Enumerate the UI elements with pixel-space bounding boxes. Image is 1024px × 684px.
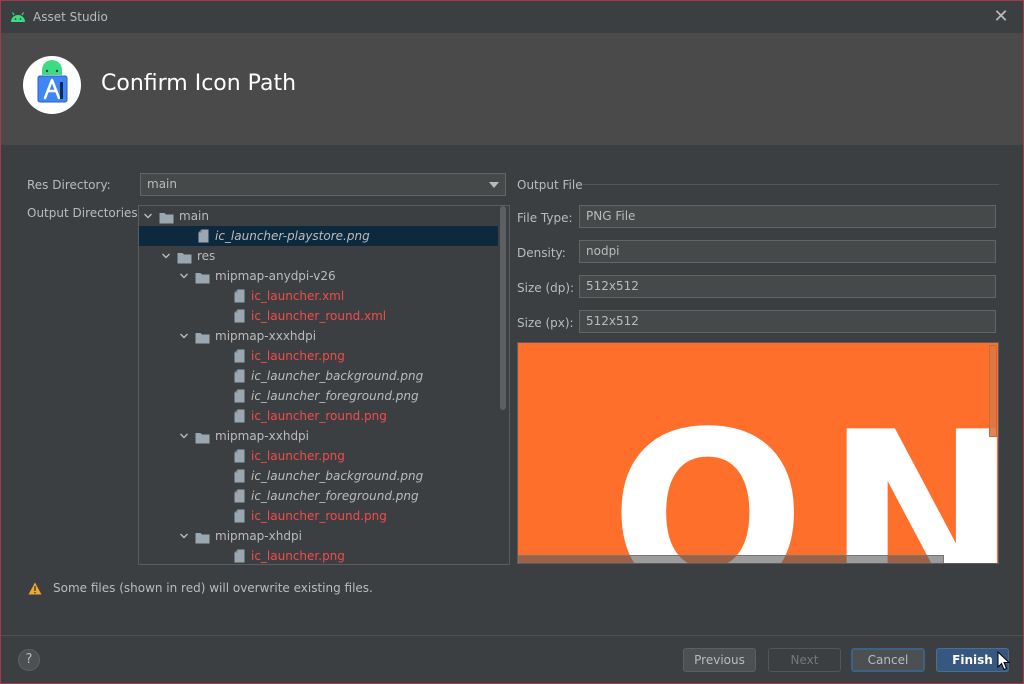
output-file-section-title: Output File — [517, 178, 583, 192]
tree-file-row[interactable]: ic_launcher_foreground.png — [139, 486, 499, 506]
res-directory-dropdown[interactable]: main — [140, 173, 506, 196]
tree-scrollbar[interactable] — [498, 206, 508, 564]
file-icon — [234, 509, 245, 523]
preview-text: ON — [610, 384, 999, 564]
tree-row-label: main — [179, 209, 209, 223]
tree-row-label: res — [197, 249, 216, 263]
tree-row-label: ic_launcher-playstore.png — [215, 229, 370, 243]
tree-file-row[interactable]: ic_launcher.xml — [139, 286, 499, 306]
folder-icon — [177, 250, 192, 264]
tree-file-row[interactable]: ic_launcher_background.png — [139, 466, 499, 486]
warning-text: Some files (shown in red) will overwrite… — [53, 581, 373, 595]
tree-row-label: ic_launcher_round.png — [251, 509, 387, 523]
tree-file-row[interactable]: ic_launcher.png — [139, 546, 499, 564]
tree-row-label: mipmap-anydpi-v26 — [215, 269, 336, 283]
density-field[interactable]: nodpi — [579, 240, 996, 263]
title-bar: Asset Studio ✕ — [1, 1, 1023, 33]
window-title: Asset Studio — [33, 10, 108, 24]
folder-icon — [195, 530, 210, 544]
tree-row-label: ic_launcher.png — [251, 349, 345, 363]
tree-row-label: mipmap-xhdpi — [215, 529, 302, 543]
page-title: Confirm Icon Path — [101, 71, 297, 96]
res-directory-value: main — [147, 177, 177, 191]
chevron-down-icon — [489, 182, 499, 188]
file-icon — [234, 389, 245, 403]
tree-row-label: ic_launcher_round.xml — [251, 309, 387, 323]
tree-file-row[interactable]: ic_launcher_round.png — [139, 406, 499, 426]
android-studio-logo-icon — [23, 56, 81, 114]
file-icon — [234, 549, 245, 563]
tree-row-label: ic_launcher_round.png — [251, 409, 387, 423]
file-icon — [234, 449, 245, 463]
file-icon — [198, 229, 209, 243]
folder-icon — [195, 430, 210, 444]
tree-folder-row[interactable]: mipmap-xxxhdpi — [139, 326, 499, 346]
file-icon — [234, 309, 245, 323]
folder-icon — [159, 210, 174, 224]
tree-folder-row[interactable]: main — [139, 206, 499, 226]
tree-row-label: ic_launcher_foreground.png — [251, 489, 419, 503]
tree-folder-row[interactable]: mipmap-xxhdpi — [139, 426, 499, 446]
tree-file-row[interactable]: ic_launcher_foreground.png — [139, 386, 499, 406]
asset-studio-dialog: Asset Studio ✕ Confirm Icon Path Res Dir… — [0, 0, 1024, 684]
tree-row-label: ic_launcher.xml — [251, 289, 345, 303]
tree-file-row[interactable]: ic_launcher_background.png — [139, 366, 499, 386]
cancel-button[interactable]: Cancel — [851, 648, 925, 672]
tree-row-label: ic_launcher_foreground.png — [251, 389, 419, 403]
dialog-header: Confirm Icon Path — [1, 33, 1023, 145]
tree-row-label: mipmap-xxhdpi — [215, 429, 310, 443]
tree-row-label: ic_launcher_background.png — [251, 469, 424, 483]
size-px-field[interactable]: 512x512 — [579, 310, 996, 333]
file-icon — [234, 469, 245, 483]
folder-icon — [195, 270, 210, 284]
file-icon — [234, 489, 245, 503]
next-button[interactable]: Next — [768, 648, 841, 672]
tree-row-label: ic_launcher_background.png — [251, 369, 424, 383]
tree-row-label: ic_launcher.png — [251, 549, 345, 563]
tree-file-row[interactable]: ic_launcher-playstore.png — [139, 226, 499, 246]
tree-scrollbar-thumb[interactable] — [500, 206, 506, 410]
file-icon — [234, 369, 245, 383]
size-dp-label: Size (dp): — [517, 281, 575, 295]
tree-row-label: ic_launcher.png — [251, 449, 345, 463]
android-icon — [10, 10, 26, 24]
help-icon[interactable]: ? — [18, 649, 40, 671]
warning-icon — [28, 582, 42, 595]
res-directory-label: Res Directory: — [27, 178, 111, 192]
tree-folder-row[interactable]: mipmap-xhdpi — [139, 526, 499, 546]
file-type-label: File Type: — [517, 211, 573, 225]
previous-button[interactable]: Previous — [683, 648, 756, 672]
file-icon — [234, 409, 245, 423]
footer-divider — [1, 635, 1023, 636]
tree-row-label: mipmap-xxxhdpi — [215, 329, 317, 343]
preview-vertical-scrollbar[interactable] — [989, 345, 997, 437]
density-label: Density: — [517, 246, 566, 260]
tree-file-row[interactable]: ic_launcher_round.png — [139, 506, 499, 526]
size-px-label: Size (px): — [517, 316, 574, 330]
icon-preview: ON — [517, 342, 999, 564]
folder-icon — [195, 330, 210, 344]
tree-file-row[interactable]: ic_launcher_round.xml — [139, 306, 499, 326]
mouse-cursor-icon — [997, 650, 1011, 671]
tree-file-row[interactable]: ic_launcher.png — [139, 446, 499, 466]
tree-folder-row[interactable]: mipmap-anydpi-v26 — [139, 266, 499, 286]
file-icon — [234, 289, 245, 303]
section-divider — [583, 184, 999, 185]
tree-folder-row[interactable]: res — [139, 246, 499, 266]
tree-file-row[interactable]: ic_launcher.png — [139, 346, 499, 366]
file-type-field[interactable]: PNG File — [579, 205, 996, 228]
size-dp-field[interactable]: 512x512 — [579, 275, 996, 298]
preview-horizontal-scrollbar[interactable] — [518, 555, 944, 563]
close-icon[interactable]: ✕ — [991, 7, 1011, 27]
file-icon — [234, 349, 245, 363]
output-directories-tree[interactable]: main ic_launcher-playstore.pngres mipmap-a… — [138, 205, 510, 565]
output-directories-label: Output Directories: — [27, 206, 142, 220]
